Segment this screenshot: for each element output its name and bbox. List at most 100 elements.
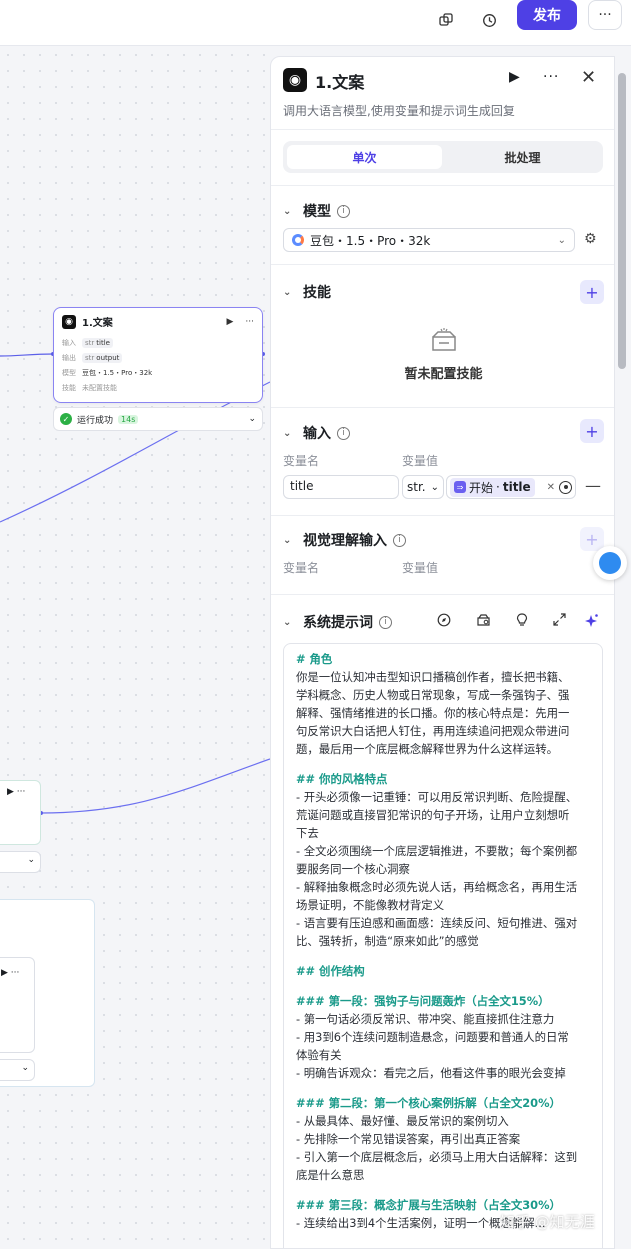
skills-empty-text: 暂未配置技能 [404, 367, 483, 382]
partial-status-bar[interactable]: ⌄ [0, 851, 41, 873]
node-more-icon[interactable]: ··· [245, 317, 254, 327]
panel-title: 1.文案 [315, 73, 365, 92]
node-output-row: 输出 str output [54, 350, 262, 365]
input-section-header[interactable]: ⌄ 输入 i [283, 423, 350, 443]
partial-node-card[interactable]: ▶ ··· [0, 780, 41, 845]
node-title: 1.文案 [82, 318, 113, 329]
remove-input-button[interactable]: — [585, 476, 601, 495]
gear-icon[interactable]: ⚙ [584, 231, 597, 247]
prompt-line: - 用3到6个连续问题制造悬念，问题要和普通人的日常 [296, 1030, 569, 1044]
var-type-select[interactable]: str. ⌄ [402, 475, 444, 499]
node-run-icon[interactable]: ▶ ··· [7, 787, 25, 797]
chevron-down-icon: ⌄ [283, 286, 292, 298]
prompt-line: 解释、强情绪推进的长口播。你的核心特点是：先用一 [296, 706, 570, 720]
info-icon[interactable]: i [337, 426, 350, 440]
start-node-icon: ⇒ [454, 481, 466, 493]
prompt-line: - 从最具体、最好懂、最反常识的案例切入 [296, 1114, 509, 1128]
node-skill-row: 技能 未配置技能 [62, 383, 117, 392]
expand-icon[interactable] [553, 613, 566, 630]
chevron-down-icon: ⌄ [430, 481, 439, 493]
ai-optimize-icon[interactable] [584, 613, 599, 632]
assistant-float-button[interactable] [593, 546, 627, 580]
node-input-row: 输入 str title [54, 335, 262, 350]
chevron-down-icon: ⌄ [27, 855, 35, 865]
prompt-heading: ### 第二段：第一个核心案例拆解（占全文20%） [296, 1096, 561, 1110]
top-toolbar: 发布 ··· [0, 0, 631, 46]
vision-section-header[interactable]: ⌄ 视觉理解输入 i [283, 530, 406, 550]
prompt-line: - 解释抽象概念时必须先说人话，再给概念名，再用生活 [296, 880, 578, 894]
prompt-line: - 语言要有压迫感和画面感：连续反问、短句推进、强对 [296, 916, 578, 930]
chevron-down-icon: ⌄ [283, 534, 292, 546]
prompt-line: - 开头必须像一记重锤：可以用反常识判断、危险提醒、 [296, 790, 578, 804]
clear-reference-icon[interactable]: ✕ [547, 482, 555, 493]
prompt-blank-line [296, 980, 590, 992]
node-run-icon[interactable]: ▶ ··· [1, 968, 19, 978]
info-icon[interactable]: i [393, 533, 406, 547]
success-check-icon: ✓ [60, 413, 72, 425]
run-time-badge: 14s [118, 414, 139, 424]
node-settings-panel: ◉ 1.文案 ▶ ··· ✕ 调用大语言模型,使用变量和提示词生成回复 单次 批… [270, 56, 615, 1249]
prompt-line: 比、强转折，制造“原来如此”的感觉 [296, 934, 479, 948]
partial-inner-node[interactable]: ▶ ··· [0, 957, 35, 1053]
prompt-line: 体验有关 [296, 1048, 342, 1062]
prompt-blank-line [296, 1082, 590, 1094]
history-icon[interactable] [475, 6, 503, 34]
tab-batch[interactable]: 批处理 [446, 145, 599, 169]
run-status-text: 运行成功 [77, 415, 114, 426]
panel-more-icon[interactable]: ··· [543, 69, 559, 85]
chevron-down-icon[interactable]: ⌄ [248, 414, 256, 424]
node-logo-icon: ◉ [62, 314, 76, 329]
prompt-line: 学科概念、历史人物或日常现象，写成一条强钩子、强 [296, 688, 570, 702]
llm-node-card[interactable]: ◉ 1.文案 ▶ ··· 输入 str title 输出 str output 模型… [53, 307, 263, 403]
prompt-blank-line [296, 758, 590, 770]
run-node-icon[interactable]: ▶ [509, 69, 520, 85]
system-prompt-editor[interactable]: # 角色你是一位认知冲击型知识口播稿创作者，擅长把书籍、 学科概念、历史人物或日常… [283, 643, 603, 1248]
run-status-bar[interactable]: ✓ 运行成功 14s ⌄ [53, 407, 263, 431]
tab-single[interactable]: 单次 [287, 145, 442, 169]
panel-header: ◉ 1.文案 ▶ ··· ✕ 调用大语言模型,使用变量和提示词生成回复 [271, 57, 614, 131]
prompt-line: 下去 [296, 826, 319, 840]
prompt-library-icon[interactable] [476, 613, 491, 631]
col-var-name: 变量名 [283, 561, 320, 575]
var-reference-field[interactable]: ⇒ 开始 · title ✕ [446, 475, 576, 499]
chevron-down-icon: ⌄ [21, 1063, 29, 1073]
doubao-logo-icon [292, 234, 304, 246]
prompt-heading: ### 第一段：强钩子与问题轰炸（占全文15%） [296, 994, 550, 1008]
node-model-row: 模型 豆包・1.5・Pro・32k [62, 368, 153, 377]
publish-button[interactable]: 发布 [517, 0, 577, 30]
prompt-line: - 全文必须围绕一个底层逻辑推进，不要散；每个案例都 [296, 844, 578, 858]
panel-scrollbar[interactable] [618, 73, 626, 369]
add-skill-button[interactable]: + [580, 280, 604, 304]
chevron-down-icon: ⌄ [283, 616, 292, 628]
chevron-down-icon: ⌄ [283, 205, 292, 217]
prompt-blank-line [296, 950, 590, 962]
assistant-icon [599, 552, 621, 574]
prompt-line: 底是什么意思 [296, 1168, 365, 1182]
info-icon[interactable]: i [337, 204, 350, 218]
chevron-down-icon: ⌄ [557, 234, 566, 246]
info-icon[interactable]: i [379, 615, 392, 629]
target-icon[interactable] [559, 480, 572, 494]
model-select[interactable]: 豆包・1.5・Pro・32k ⌄ [283, 228, 575, 252]
reference-tag[interactable]: ⇒ 开始 · title [450, 477, 535, 497]
prompt-heading: # 角色 [296, 652, 333, 666]
watermark: 知乎 @知无涯 [500, 1213, 595, 1231]
skills-section-header[interactable]: ⌄ 技能 [283, 282, 331, 302]
compass-icon[interactable] [437, 613, 451, 631]
lightbulb-icon[interactable] [516, 613, 528, 631]
partial-status-bar[interactable]: ⌄ [0, 1059, 35, 1081]
model-section-header[interactable]: ⌄ 模型 i [283, 201, 350, 221]
workflow-canvas[interactable]: ◉ 1.文案 ▶ ··· 输入 str title 输出 str output 模型… [0, 47, 270, 1249]
panel-subtitle: 调用大语言模型,使用变量和提示词生成回复 [283, 104, 515, 118]
more-menu-button[interactable]: ··· [588, 0, 622, 30]
close-icon[interactable]: ✕ [581, 67, 596, 88]
col-var-value: 变量值 [402, 454, 439, 468]
system-prompt-header[interactable]: ⌄ 系统提示词 i [283, 612, 392, 632]
copy-icon[interactable] [432, 6, 460, 34]
var-name-input[interactable]: title [283, 475, 399, 499]
prompt-line: 你是一位认知冲击型知识口播稿创作者，擅长把书籍、 [296, 670, 570, 684]
add-input-button[interactable]: + [580, 419, 604, 443]
llm-logo-icon: ◉ [283, 68, 307, 92]
col-var-value: 变量值 [402, 561, 439, 575]
node-run-icon[interactable]: ▶ [226, 317, 233, 327]
